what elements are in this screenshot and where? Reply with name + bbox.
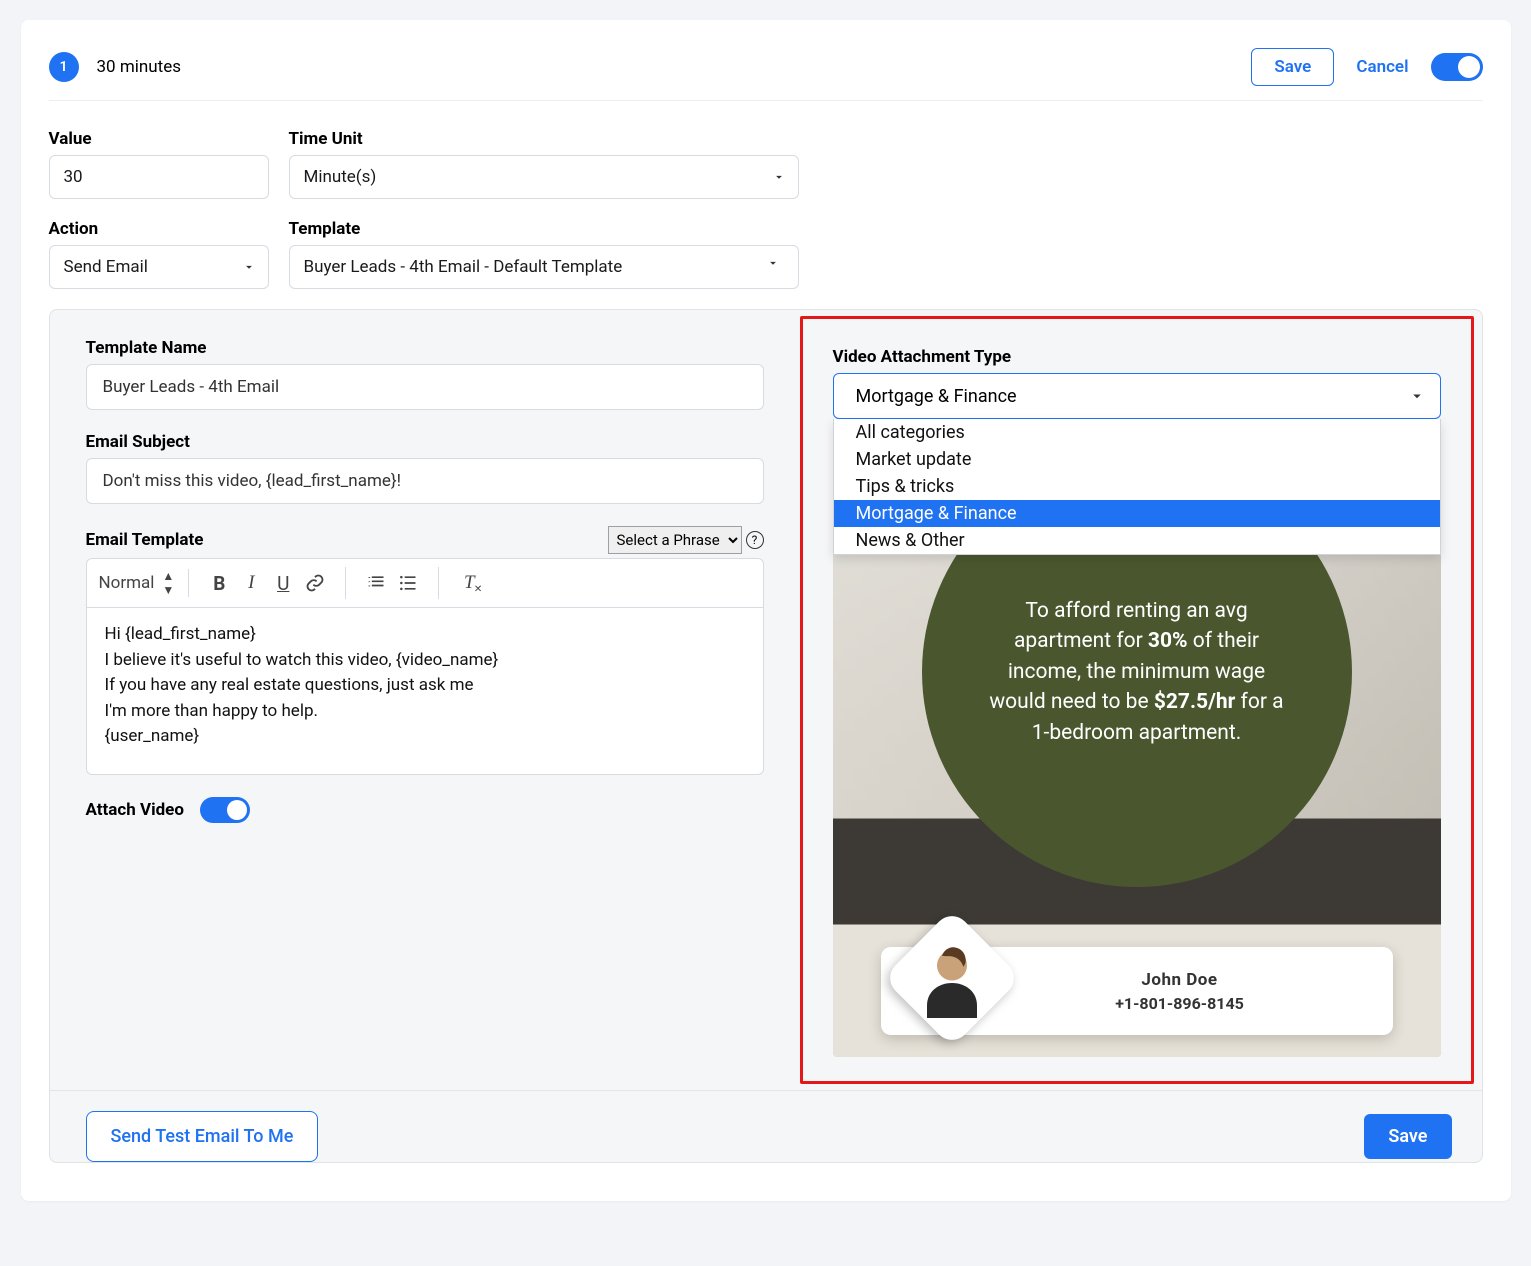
email-subject-label: Email Subject bbox=[86, 432, 764, 452]
step-header: 1 30 minutes Save Cancel bbox=[49, 48, 1483, 101]
attach-video-label: Attach Video bbox=[86, 800, 184, 820]
save-button-top[interactable]: Save bbox=[1251, 48, 1334, 86]
link-icon bbox=[305, 573, 325, 593]
clear-format-button[interactable]: T✕ bbox=[453, 567, 485, 599]
video-preview: To afford renting an avg apartment for 3… bbox=[833, 527, 1441, 1057]
phrase-select[interactable]: Select a Phrase bbox=[608, 526, 742, 554]
time-unit-label: Time Unit bbox=[289, 129, 799, 149]
rte-body[interactable]: Hi {lead_first_name} I believe it's usef… bbox=[87, 608, 763, 774]
unordered-list-icon bbox=[398, 573, 418, 593]
email-template-label: Email Template bbox=[86, 530, 204, 550]
template-name-input[interactable] bbox=[86, 364, 764, 410]
contact-phone: +1-801-896-8145 bbox=[991, 994, 1369, 1013]
vat-option-tips[interactable]: Tips & tricks bbox=[834, 473, 1440, 500]
email-subject-input[interactable] bbox=[86, 458, 764, 504]
template-name-label: Template Name bbox=[86, 338, 764, 358]
contact-card: John Doe +1-801-896-8145 bbox=[881, 947, 1393, 1035]
value-label: Value bbox=[49, 129, 269, 149]
time-unit-select[interactable]: Minute(s) bbox=[289, 155, 799, 199]
rte-format-label[interactable]: Normal bbox=[99, 573, 155, 593]
value-input[interactable] bbox=[49, 155, 269, 199]
help-icon[interactable]: ? bbox=[746, 531, 764, 549]
save-button-bottom[interactable]: Save bbox=[1364, 1114, 1451, 1159]
ordered-list-icon bbox=[366, 573, 386, 593]
step-card: 1 30 minutes Save Cancel Value Time Unit… bbox=[21, 20, 1511, 1201]
video-attachment-type-dropdown: All categories Market update Tips & tric… bbox=[833, 419, 1441, 555]
link-button[interactable] bbox=[299, 567, 331, 599]
editor-panel: Template Name Email Subject Email Templa… bbox=[49, 309, 1483, 1163]
italic-button[interactable]: I bbox=[235, 567, 267, 599]
vat-option-market[interactable]: Market update bbox=[834, 446, 1440, 473]
template-label: Template bbox=[289, 219, 799, 239]
bold-button[interactable]: B bbox=[203, 567, 235, 599]
step-title: 30 minutes bbox=[97, 57, 181, 77]
underline-button[interactable]: U bbox=[267, 567, 299, 599]
vat-option-mortgage[interactable]: Mortgage & Finance bbox=[834, 500, 1440, 527]
person-icon bbox=[912, 938, 992, 1018]
rte-toolbar: Normal ▲▼ B I U bbox=[87, 559, 763, 608]
cancel-button[interactable]: Cancel bbox=[1352, 49, 1412, 85]
template-select[interactable]: Buyer Leads - 4th Email - Default Templa… bbox=[289, 245, 799, 289]
action-select[interactable]: Send Email bbox=[49, 245, 269, 289]
step-number-badge: 1 bbox=[49, 52, 79, 82]
video-attachment-type-label: Video Attachment Type bbox=[833, 347, 1441, 367]
vat-option-all[interactable]: All categories bbox=[834, 419, 1440, 446]
vat-option-news[interactable]: News & Other bbox=[834, 527, 1440, 554]
attach-video-toggle[interactable] bbox=[200, 797, 250, 823]
ordered-list-button[interactable] bbox=[360, 567, 392, 599]
contact-name: John Doe bbox=[991, 970, 1369, 990]
video-attachment-panel: Video Attachment Type Mortgage & Finance… bbox=[800, 316, 1474, 1084]
action-label: Action bbox=[49, 219, 269, 239]
preview-circle-text: To afford renting an avg apartment for 3… bbox=[982, 596, 1292, 748]
unordered-list-button[interactable] bbox=[392, 567, 424, 599]
send-test-button[interactable]: Send Test Email To Me bbox=[86, 1111, 319, 1162]
format-caret-icon[interactable]: ▲▼ bbox=[162, 569, 174, 597]
step-enabled-toggle[interactable] bbox=[1431, 53, 1483, 81]
rich-text-editor: Normal ▲▼ B I U bbox=[86, 558, 764, 775]
video-attachment-type-select[interactable]: Mortgage & Finance bbox=[833, 373, 1441, 419]
